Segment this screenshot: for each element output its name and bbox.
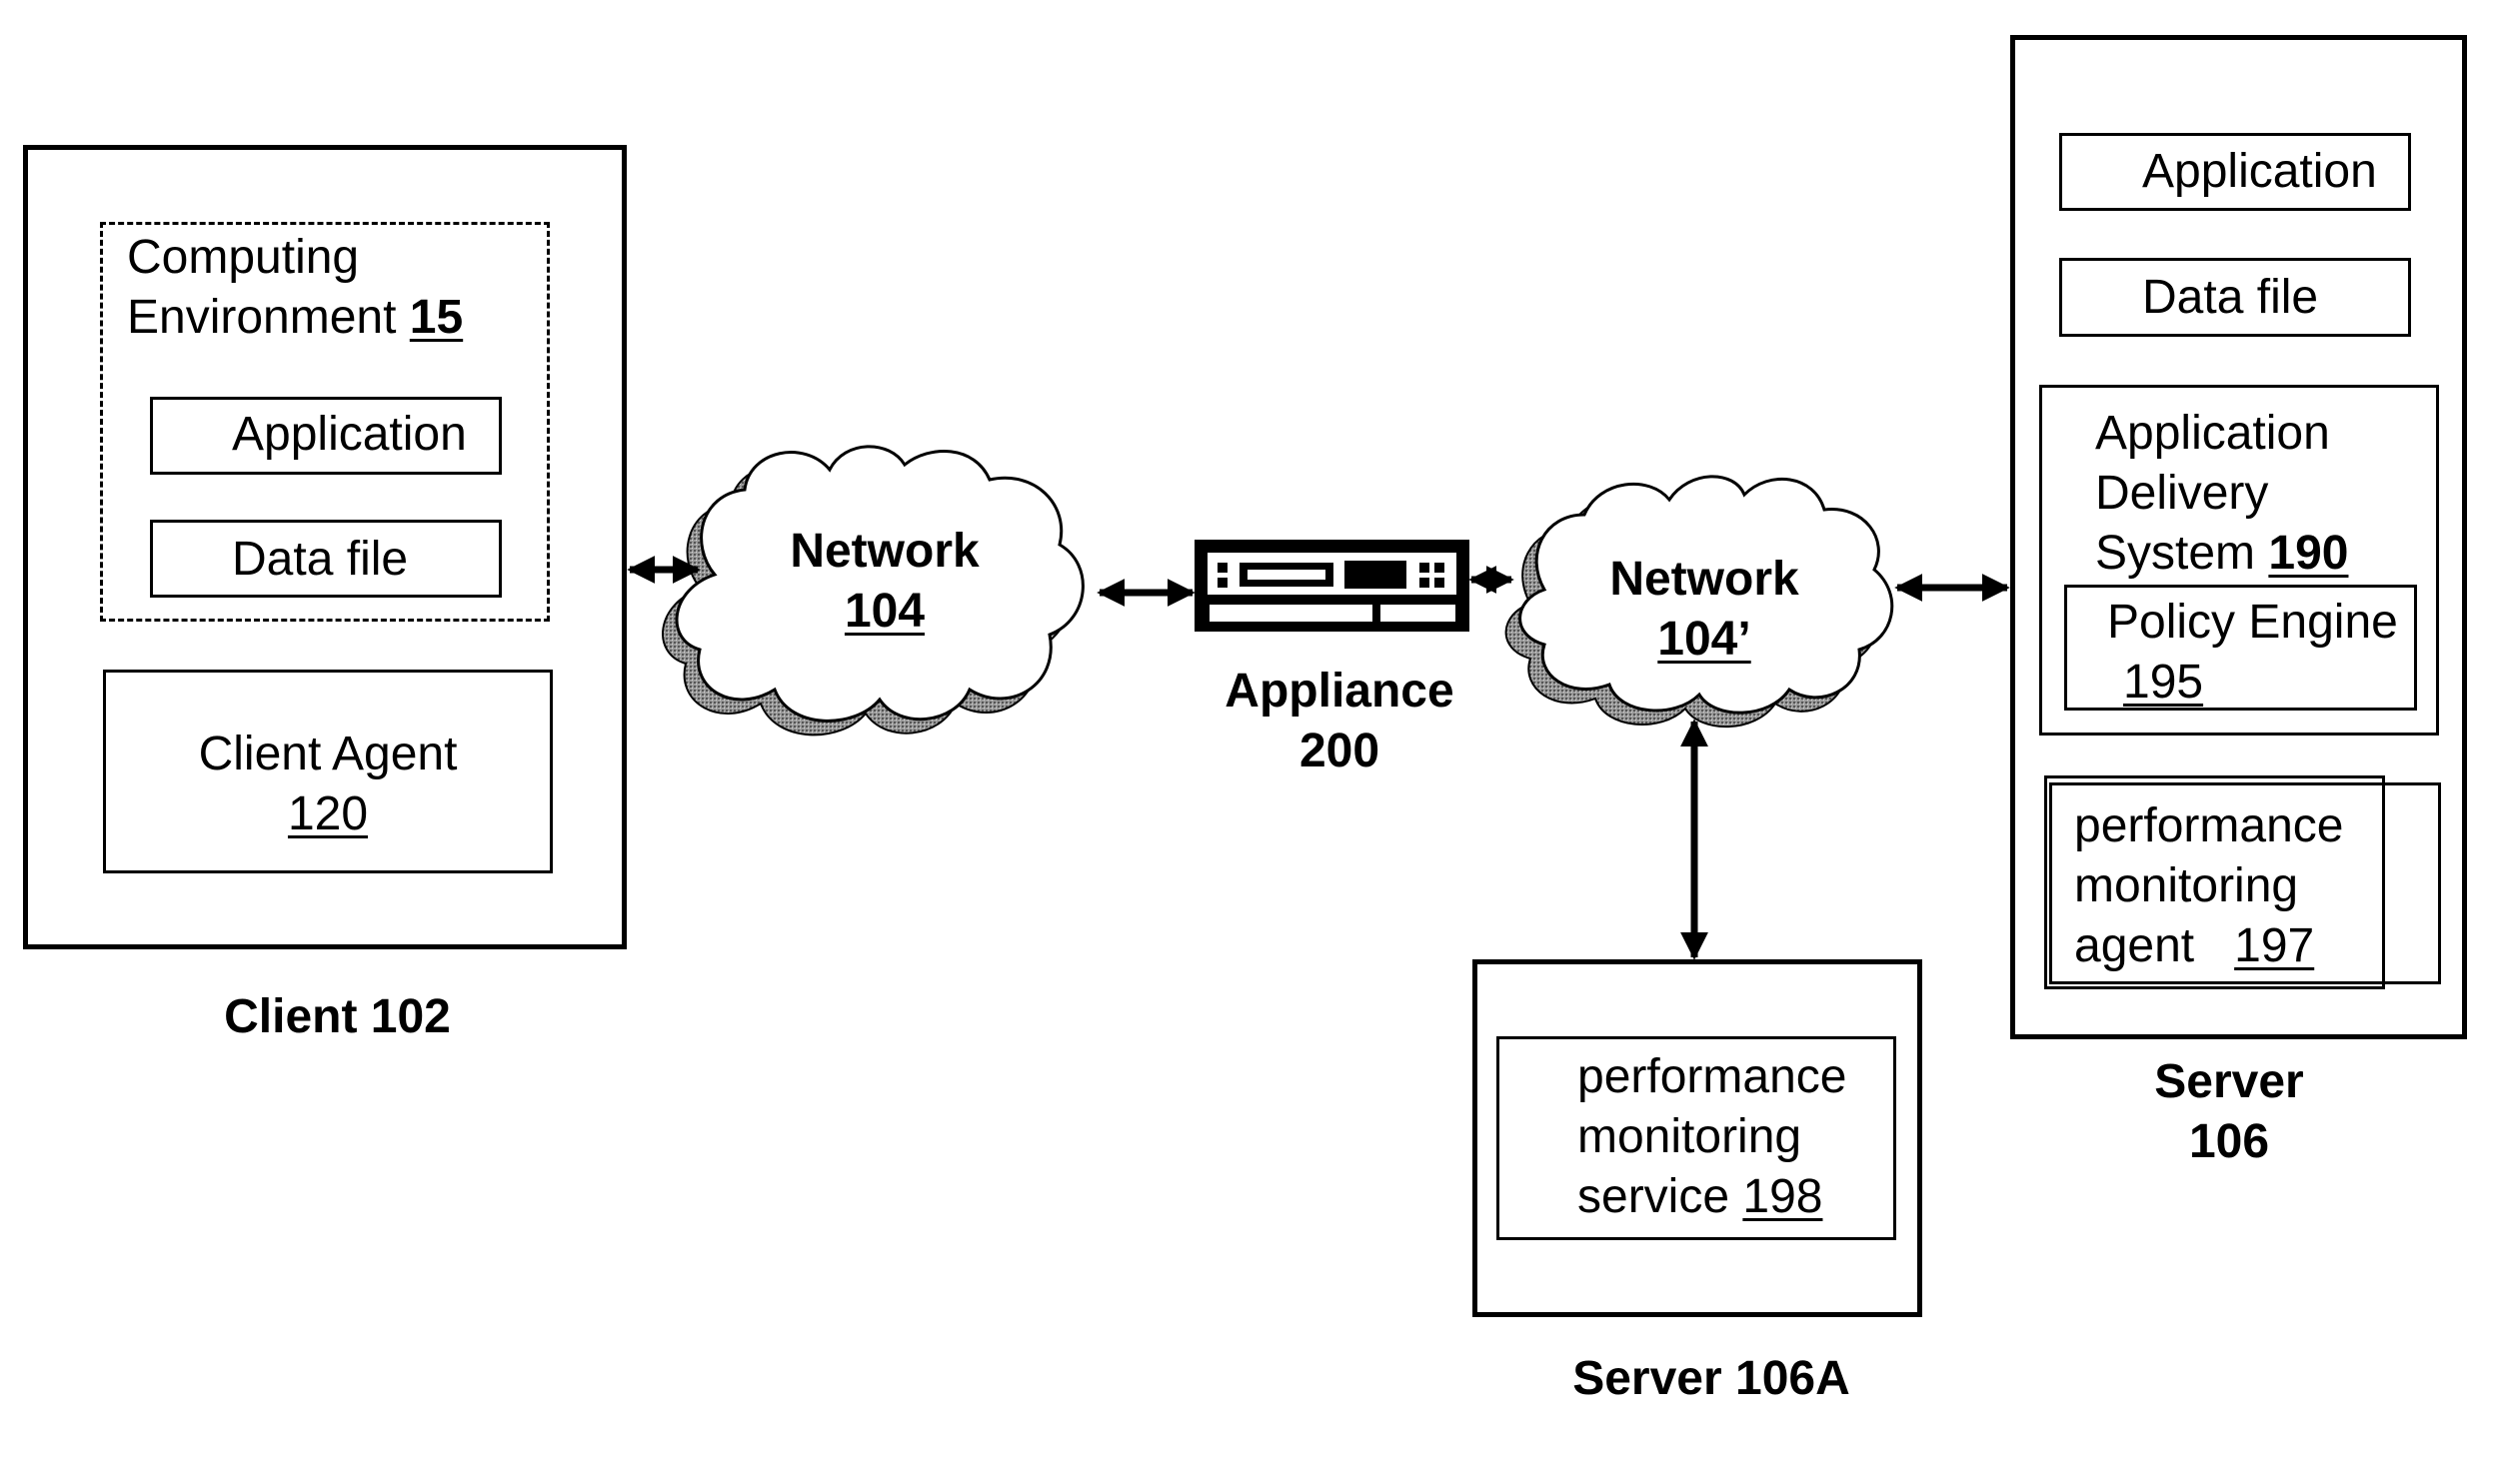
client-agent-text: Client Agent bbox=[198, 728, 458, 780]
server-106a-label: Server 106A bbox=[1572, 1352, 1850, 1405]
server-106-ref: 106 bbox=[2188, 1115, 2270, 1168]
pm-service-line3: service bbox=[1577, 1170, 1743, 1223]
client-data-file-label: Data file bbox=[232, 533, 409, 586]
computing-environment-line2: Environment 15 bbox=[127, 288, 463, 348]
ads-ref: 190 bbox=[2268, 527, 2349, 580]
pm-agent-line3: agent bbox=[2074, 919, 2235, 972]
pm-service-line1: performance bbox=[1577, 1050, 1847, 1103]
appliance-ref: 200 bbox=[1298, 725, 1380, 777]
pm-agent-label: performance monitoring agent 197 bbox=[2074, 796, 2343, 976]
appliance-200-label: Appliance 200 bbox=[1190, 662, 1489, 781]
pm-agent-line2: monitoring bbox=[2074, 859, 2299, 912]
ads-line2: Delivery bbox=[2095, 467, 2269, 520]
client-agent-label: Client Agent 120 bbox=[103, 725, 553, 844]
network-104-label: Network 104 bbox=[745, 522, 1025, 642]
pm-service-line2: monitoring bbox=[1577, 1110, 1802, 1163]
server-106-label: Server 106 bbox=[2079, 1052, 2379, 1172]
policy-engine-label: Policy Engine 195 bbox=[2107, 593, 2398, 713]
client-102-label: Client 102 bbox=[224, 990, 451, 1043]
network-104-prime-name: Network bbox=[1609, 553, 1799, 606]
pm-service-ref: 198 bbox=[1742, 1170, 1823, 1223]
pm-agent-ref: 197 bbox=[2234, 919, 2315, 972]
policy-engine-text: Policy Engine bbox=[2107, 596, 2398, 649]
ads-line3: System bbox=[2095, 527, 2269, 580]
computing-environment-text: Environment bbox=[127, 291, 410, 344]
computing-environment-label: Computing Environment 15 bbox=[127, 228, 463, 348]
network-104-name: Network bbox=[790, 525, 980, 578]
application-delivery-system-label: Application Delivery System 190 bbox=[2095, 404, 2348, 584]
ads-line1: Application bbox=[2095, 407, 2330, 460]
client-application-label: Application bbox=[232, 408, 467, 461]
computing-environment-line1: Computing bbox=[127, 231, 360, 284]
policy-engine-ref: 195 bbox=[2123, 656, 2204, 709]
server-106-name: Server bbox=[2154, 1055, 2304, 1108]
network-104-prime-label: Network 104’ bbox=[1564, 550, 1844, 670]
network-104-ref: 104 bbox=[844, 585, 926, 638]
client-agent-ref: 120 bbox=[287, 787, 369, 840]
pm-agent-line1: performance bbox=[2074, 799, 2344, 852]
computing-environment-ref: 15 bbox=[409, 291, 464, 344]
server-data-file-label: Data file bbox=[2142, 271, 2319, 324]
appliance-icon[interactable] bbox=[1195, 540, 1469, 632]
appliance-name: Appliance bbox=[1225, 665, 1454, 718]
pm-service-label: performance monitoring service 198 bbox=[1577, 1047, 1846, 1227]
network-104-prime-ref: 104’ bbox=[1657, 613, 1751, 666]
server-application-label: Application bbox=[2142, 145, 2377, 198]
